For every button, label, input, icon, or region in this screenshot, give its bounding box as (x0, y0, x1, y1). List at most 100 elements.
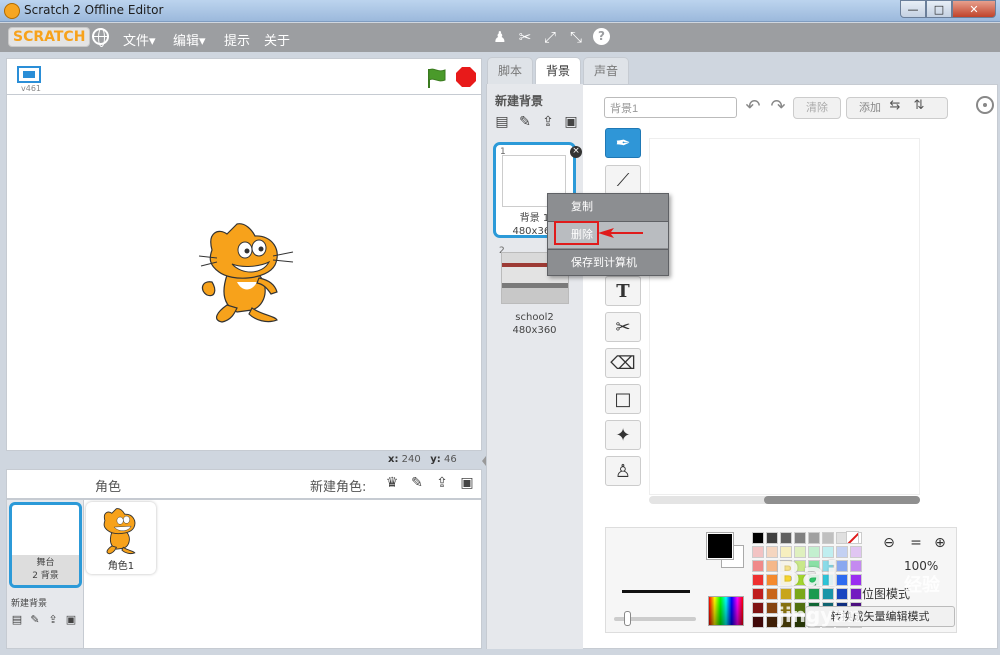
minimize-button[interactable]: — (900, 0, 926, 18)
red-arrow-icon (598, 228, 643, 238)
palette-swatch[interactable] (850, 546, 862, 558)
line-width-preview (622, 590, 690, 593)
zoom-in-icon[interactable]: ⊕ (930, 534, 950, 552)
scratch-logo[interactable]: SCRATCH (8, 27, 91, 47)
delete-backdrop-x-icon[interactable]: × (570, 146, 582, 158)
palette-swatch[interactable] (752, 574, 764, 586)
redo-icon[interactable]: ↷ (767, 97, 789, 119)
language-globe-icon[interactable] (92, 28, 109, 47)
green-flag-icon[interactable] (425, 67, 449, 89)
grow-icon[interactable]: ⤢ (540, 28, 560, 46)
backdrop-library-icon[interactable]: ▤ (10, 612, 24, 626)
context-menu-duplicate[interactable]: 复制 (548, 194, 668, 220)
stage-canvas[interactable] (6, 94, 482, 451)
palette-swatch[interactable] (822, 532, 834, 544)
stage-thumbnail[interactable]: 舞台 2 背景 (9, 502, 82, 588)
zoom-out-icon[interactable]: ⊖ (879, 534, 899, 552)
palette-swatch[interactable] (752, 602, 764, 614)
palette-swatch[interactable] (780, 532, 792, 544)
color-spectrum[interactable] (708, 596, 744, 626)
tab-backdrops[interactable]: 背景 (535, 57, 581, 85)
sprite-list: 角色1 (84, 499, 482, 649)
text-tool-icon[interactable]: T (605, 276, 641, 306)
zoom-reset-icon[interactable]: = (906, 534, 926, 552)
backdrop-name: school2 (515, 312, 554, 323)
fullscreen-icon[interactable] (17, 66, 41, 83)
menu-about[interactable]: 关于 (264, 30, 290, 49)
paint-new-sprite-icon[interactable]: ✎ (408, 474, 426, 492)
highlight-box (554, 221, 599, 245)
paint-canvas[interactable] (649, 138, 920, 495)
canvas-horizontal-scrollbar[interactable] (649, 496, 920, 504)
camera-backdrop-icon[interactable]: ▣ (562, 113, 580, 131)
jingyan-cn-watermark: 经验 (904, 575, 940, 596)
palette-swatch[interactable] (752, 546, 764, 558)
jingyan-watermark: jingyan (778, 603, 862, 627)
close-button[interactable]: ✕ (952, 0, 996, 18)
palette-swatch[interactable] (752, 588, 764, 600)
primary-color-swatch[interactable] (707, 533, 733, 559)
upload-backdrop-icon[interactable]: ⇪ (539, 113, 557, 131)
bitmap-mode-label: 位图模式 (862, 587, 911, 601)
menu-file[interactable]: 文件▾ (123, 30, 156, 49)
sprite-item[interactable]: 角色1 (86, 502, 156, 574)
tab-sounds[interactable]: 声音 (583, 57, 629, 84)
palette-swatch[interactable] (850, 560, 862, 572)
transparent-color-swatch[interactable] (846, 531, 859, 544)
backdrop-library-icon[interactable]: ▤ (493, 113, 511, 131)
flip-horizontal-icon[interactable]: ⇆ (886, 98, 904, 116)
stage-thumb-count: 2 背景 (32, 571, 59, 581)
palette-swatch[interactable] (766, 616, 778, 628)
backdrop-name-input[interactable] (604, 97, 737, 118)
baidu-watermark: Bai (775, 555, 839, 595)
menu-edit[interactable]: 编辑▾ (173, 30, 206, 49)
eraser-tool-icon[interactable]: ⌫ (605, 348, 641, 378)
cat-sprite-on-stage[interactable] (197, 220, 297, 325)
fill-tool-icon[interactable]: ✂ (605, 312, 641, 342)
palette-swatch[interactable] (794, 532, 806, 544)
magic-wand-tool-icon[interactable]: ✦ (605, 420, 641, 450)
paint-backdrop-icon[interactable]: ✎ (516, 113, 534, 131)
palette-swatch[interactable] (850, 588, 862, 600)
stop-icon[interactable] (456, 67, 476, 87)
palette-swatch[interactable] (752, 616, 764, 628)
palette-swatch[interactable] (808, 532, 820, 544)
palette-swatch[interactable] (766, 532, 778, 544)
upload-sprite-icon[interactable]: ⇪ (433, 474, 451, 492)
backdrop-size: 480x360 (512, 325, 557, 336)
delete-icon[interactable]: ✂ (515, 28, 535, 46)
paint-backdrop-icon[interactable]: ✎ (28, 612, 42, 626)
line-tool-icon[interactable]: ⟋ (605, 165, 641, 195)
palette-swatch[interactable] (766, 602, 778, 614)
line-width-slider-knob[interactable] (624, 611, 631, 626)
sprite-item-name: 角色1 (107, 561, 135, 572)
window-titlebar: Scratch 2 Offline Editor — □ ✕ (0, 0, 1000, 22)
camera-sprite-icon[interactable]: ▣ (458, 474, 476, 492)
sprite-panel-title: 角色 (95, 480, 122, 495)
menu-tips[interactable]: 提示 (224, 30, 250, 49)
cat-thumbnail-icon (103, 508, 136, 555)
version-label: v461 (21, 84, 42, 93)
select-tool-icon[interactable]: □ (605, 384, 641, 414)
upload-backdrop-icon[interactable]: ⇪ (46, 612, 60, 626)
camera-backdrop-icon[interactable]: ▣ (64, 612, 78, 626)
duplicate-icon[interactable]: ♟ (490, 28, 510, 46)
tab-scripts[interactable]: 脚本 (487, 57, 533, 84)
undo-icon[interactable]: ↶ (742, 97, 764, 119)
canvas-vertical-scrollbar[interactable] (922, 138, 930, 495)
context-menu-save-to-computer[interactable]: 保存到计算机 (548, 250, 668, 276)
help-icon[interactable]: ? (593, 28, 610, 45)
brush-tool-icon[interactable]: ✒ (605, 128, 641, 158)
palette-swatch[interactable] (850, 574, 862, 586)
palette-swatch[interactable] (752, 532, 764, 544)
shrink-icon[interactable]: ⤡ (566, 28, 586, 46)
stage-column: 舞台 2 背景 新建背景 ▤ ✎ ⇪ ▣ (6, 499, 84, 649)
palette-swatch[interactable] (752, 560, 764, 572)
clear-button[interactable]: 清除 (793, 97, 841, 119)
set-costume-center-icon[interactable] (976, 96, 994, 114)
stamp-tool-icon[interactable]: ♙ (605, 456, 641, 486)
flip-vertical-icon[interactable]: ⇅ (910, 98, 928, 116)
scrollbar-thumb[interactable] (764, 496, 920, 504)
maximize-button[interactable]: □ (926, 0, 952, 18)
choose-sprite-from-library-icon[interactable]: ♛ (383, 474, 401, 492)
